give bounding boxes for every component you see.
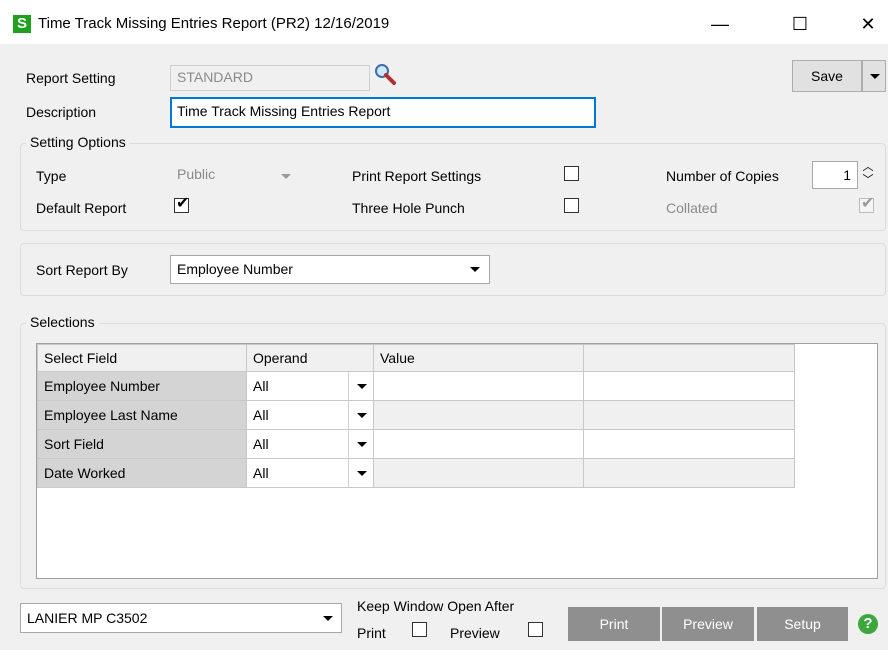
chevron-down-icon: [357, 471, 367, 476]
minimize-button[interactable]: —: [700, 10, 740, 38]
setting-options-group: [20, 143, 886, 231]
select-field-cell: Employee Number: [37, 371, 247, 401]
chevron-down-icon: [870, 74, 880, 79]
operand-value: All: [253, 465, 269, 481]
report-setting-input[interactable]: STANDARD: [170, 65, 370, 91]
table-row: Date Worked All: [37, 458, 795, 488]
number-of-copies-input[interactable]: 1: [812, 161, 858, 189]
keep-open-print-checkbox[interactable]: [412, 622, 427, 637]
type-dropdown-icon: [281, 174, 291, 179]
setup-button[interactable]: Setup: [757, 607, 848, 641]
operand-dropdown-button[interactable]: [348, 459, 373, 487]
default-report-checkbox[interactable]: ✔: [174, 195, 190, 213]
printer-select[interactable]: LANIER MP C3502: [20, 603, 342, 633]
sage-app-icon: S: [13, 15, 31, 33]
extra-cell: [583, 371, 795, 401]
operand-dropdown-button[interactable]: [348, 430, 373, 458]
chevron-down-icon: [357, 413, 367, 418]
operand-value: All: [253, 407, 269, 423]
operand-value: All: [253, 436, 269, 452]
keep-open-preview-label: Preview: [450, 625, 500, 641]
checkmark-icon: ✔: [176, 195, 190, 212]
keep-open-preview-checkbox[interactable]: [528, 622, 543, 637]
extra-cell: [583, 400, 795, 430]
chevron-down-icon: [470, 267, 480, 272]
report-setting-label: Report Setting: [26, 70, 116, 86]
table-row: Employee Last Name All: [37, 400, 795, 430]
setting-options-title: Setting Options: [26, 134, 130, 150]
keep-window-open-label: Keep Window Open After: [357, 598, 515, 614]
collated-checkbox[interactable]: ✔: [859, 195, 875, 213]
sort-report-by-label: Sort Report By: [36, 262, 128, 278]
window-title: Time Track Missing Entries Report (PR2) …: [38, 15, 390, 32]
chevron-down-icon[interactable]: ﹀: [860, 174, 876, 187]
three-hole-punch-label: Three Hole Punch: [352, 200, 465, 216]
description-label: Description: [26, 104, 97, 120]
value-cell[interactable]: [373, 458, 584, 488]
table-row: Sort Field All: [37, 429, 795, 459]
column-header-operand[interactable]: Operand: [246, 344, 374, 372]
print-button[interactable]: Print: [568, 607, 660, 641]
operand-cell[interactable]: All: [246, 400, 374, 430]
number-of-copies-label: Number of Copies: [666, 168, 779, 184]
preview-button[interactable]: Preview: [662, 607, 754, 641]
operand-cell[interactable]: All: [246, 429, 374, 459]
operand-value: All: [253, 378, 269, 394]
operand-dropdown-button[interactable]: [348, 372, 373, 400]
select-field-cell: Date Worked: [37, 458, 247, 488]
help-icon[interactable]: ?: [858, 614, 878, 634]
chevron-down-icon: [357, 442, 367, 447]
close-button[interactable]: ✕: [848, 10, 888, 38]
save-options-button[interactable]: [862, 60, 886, 92]
type-label: Type: [36, 168, 67, 184]
selections-title: Selections: [26, 314, 99, 330]
keep-open-print-label: Print: [357, 625, 386, 641]
selections-table: Select Field Operand Value Employee Numb…: [37, 344, 795, 488]
default-report-label: Default Report: [36, 200, 127, 216]
sort-report-by-select[interactable]: Employee Number: [170, 255, 490, 284]
extra-cell: [583, 458, 795, 488]
chevron-down-icon: [323, 616, 333, 621]
value-cell[interactable]: [373, 371, 584, 401]
column-header-extra: [583, 344, 795, 372]
table-row: Employee Number All: [37, 371, 795, 401]
print-report-settings-label: Print Report Settings: [352, 168, 482, 184]
checkmark-icon: ✔: [861, 195, 875, 212]
select-field-cell: Employee Last Name: [37, 400, 247, 430]
print-report-settings-checkbox[interactable]: [564, 166, 579, 181]
operand-cell[interactable]: All: [246, 371, 374, 401]
select-field-cell: Sort Field: [37, 429, 247, 459]
report-window: S Time Track Missing Entries Report (PR2…: [0, 0, 888, 650]
search-icon[interactable]: [374, 63, 396, 85]
chevron-up-icon[interactable]: ︿: [860, 161, 876, 174]
chevron-down-icon: [357, 384, 367, 389]
three-hole-punch-checkbox[interactable]: [564, 198, 579, 213]
operand-cell[interactable]: All: [246, 458, 374, 488]
save-button[interactable]: Save: [792, 60, 862, 92]
value-cell[interactable]: [373, 400, 584, 430]
title-bar: S Time Track Missing Entries Report (PR2…: [0, 0, 888, 44]
column-header-select-field[interactable]: Select Field: [37, 344, 247, 372]
operand-dropdown-button[interactable]: [348, 401, 373, 429]
copies-spinner[interactable]: ︿ ﹀: [860, 161, 876, 189]
extra-cell: [583, 429, 795, 459]
column-header-value[interactable]: Value: [373, 344, 584, 372]
collated-label: Collated: [666, 200, 718, 216]
maximize-button[interactable]: ☐: [780, 10, 820, 38]
description-input[interactable]: Time Track Missing Entries Report: [170, 97, 596, 128]
value-cell[interactable]: [373, 429, 584, 459]
